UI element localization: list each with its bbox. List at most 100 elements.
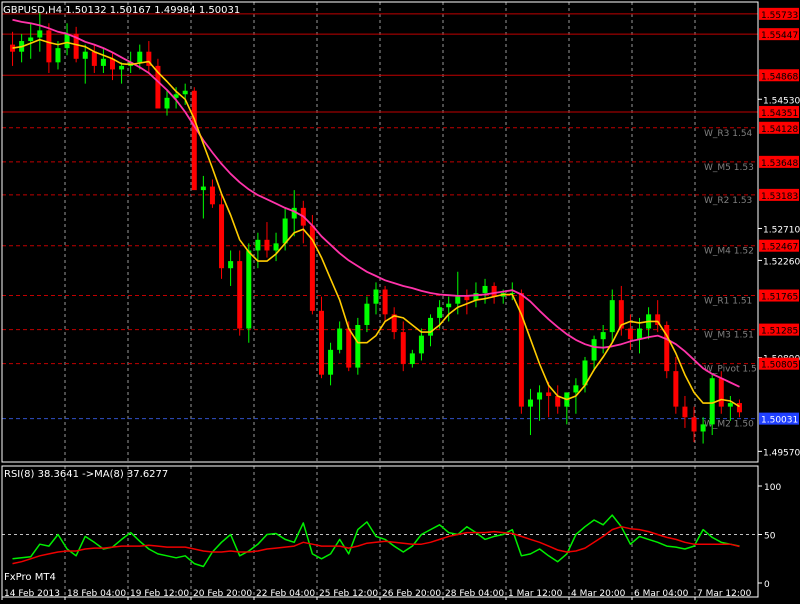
candle-body (555, 395, 561, 407)
candle-body (46, 30, 52, 63)
candle-body (400, 332, 406, 365)
chart-canvas: W_R3 1.54 W_M5 1.53 W_R2 1.53 W_M4 1.52 W_R1… (0, 0, 800, 600)
level-label: W_R1 1.51 (704, 297, 752, 307)
candle-body (591, 339, 597, 361)
candle-body (200, 186, 206, 191)
candle-body (482, 285, 488, 294)
candle-body (437, 307, 443, 318)
candle-body (409, 353, 415, 365)
level-label: W_R2 1.53 (704, 196, 752, 206)
candle-body (318, 310, 324, 375)
candle-body (337, 328, 343, 350)
time-axis-label: 28 Feb 04:00 (445, 589, 504, 599)
candle-body (691, 417, 697, 432)
rsi-axis-label: 50 (764, 532, 776, 542)
price-axis-label: 1.49570 (763, 448, 800, 458)
time-axis-label: 7 Mar 12:00 (697, 589, 752, 599)
rsi-axis-label: 100 (764, 483, 781, 493)
candle-body (55, 48, 61, 63)
candle-body (328, 349, 334, 375)
candle-body (736, 403, 742, 413)
candle-body (282, 218, 288, 244)
level-price-tag-text: 1.51285 (761, 327, 798, 337)
price-axis-label: 1.52710 (763, 225, 800, 235)
time-axis-label: 18 Feb 04:00 (67, 589, 126, 599)
candle-body (727, 403, 733, 407)
time-axis-label: 22 Feb 04:00 (256, 589, 315, 599)
level-price-tag-text: 1.54128 (761, 125, 798, 135)
level-label: W_M3 1.51 (704, 331, 754, 341)
time-axis-label: 1 Mar 12:00 (508, 589, 563, 599)
level-price-tag-text: 1.53648 (761, 159, 798, 169)
level-price-tag-text: 1.50031 (761, 416, 798, 426)
background (0, 0, 800, 600)
candle-body (228, 261, 234, 269)
level-price-tag-text: 1.53183 (761, 192, 798, 202)
time-axis-label: 25 Feb 12:00 (319, 589, 378, 599)
candle-body (82, 51, 88, 59)
candle-body (364, 303, 370, 325)
candle-body (428, 317, 434, 336)
rsi-axis-label: 0 (764, 580, 770, 590)
level-label: W_R3 1.54 (704, 129, 753, 139)
candle-body (100, 58, 106, 66)
candle-body (546, 392, 552, 396)
candle-body (682, 406, 688, 418)
candle-body (700, 424, 706, 432)
candle-body (537, 392, 543, 400)
candle-body (246, 250, 252, 329)
level-price-tag-text: 1.51765 (761, 293, 798, 303)
time-axis-label: 20 Feb 20:00 (193, 589, 252, 599)
time-axis-label: 19 Feb 12:00 (130, 589, 189, 599)
level-price-tag-text: 1.50805 (761, 361, 798, 371)
candle-body (191, 90, 197, 191)
candle-body (709, 378, 715, 425)
time-axis-label: 26 Feb 20:00 (382, 589, 441, 599)
level-price-tag-text: 1.54351 (761, 109, 798, 119)
candle-body (209, 186, 215, 205)
candle-body (673, 371, 679, 407)
level-price-tag-text: 1.55447 (761, 31, 798, 41)
candle-body (455, 296, 461, 304)
level-price-tag-text: 1.52467 (761, 243, 798, 253)
candle-body (627, 328, 633, 340)
candle-body (446, 303, 452, 308)
level-label: W_M4 1.52 (704, 247, 754, 257)
candle-body (346, 328, 352, 368)
chart-window: W_R3 1.54 W_M5 1.53 W_R2 1.53 W_M4 1.52 W_R1… (0, 0, 800, 600)
candle-body (355, 324, 361, 368)
candle-body (37, 30, 43, 38)
level-label: W_M5 1.53 (704, 163, 754, 173)
candle-body (464, 296, 470, 301)
candle-body (91, 51, 97, 66)
candle-body (182, 90, 188, 95)
candle-body (273, 243, 279, 251)
candle-body (255, 239, 261, 251)
candle-body (64, 33, 70, 49)
level-price-tag-text: 1.54868 (761, 72, 798, 82)
candle-body (573, 385, 579, 393)
candle-body (718, 378, 724, 407)
time-axis-label: 6 Mar 04:00 (634, 589, 689, 599)
candle-body (637, 328, 643, 340)
candle-body (119, 65, 125, 70)
candle-body (491, 285, 497, 297)
candle-body (600, 332, 606, 340)
candle-body (373, 289, 379, 304)
candle-body (609, 300, 615, 333)
candle-body (264, 239, 270, 251)
symbol-header: GBPUSD,H4 1.50132 1.50167 1.49984 1.5003… (3, 5, 240, 16)
broker-watermark: FxPro MT4 (4, 572, 56, 583)
candle-body (219, 204, 225, 269)
candle-body (527, 399, 533, 407)
time-axis-label: 14 Feb 2013 (4, 589, 60, 599)
candle-body (164, 97, 170, 109)
level-price-tag-text: 1.55733 (761, 11, 798, 21)
rsi-header: RSI(8) 38.3641 ->MA(8) 37.6277 (4, 469, 168, 480)
candle-body (28, 37, 34, 42)
candle-body (137, 51, 143, 63)
candle-body (237, 261, 243, 329)
price-axis-label: 1.52260 (763, 257, 800, 267)
price-axis-label: 1.54530 (763, 96, 800, 106)
time-axis-label: 4 Mar 20:00 (571, 589, 626, 599)
